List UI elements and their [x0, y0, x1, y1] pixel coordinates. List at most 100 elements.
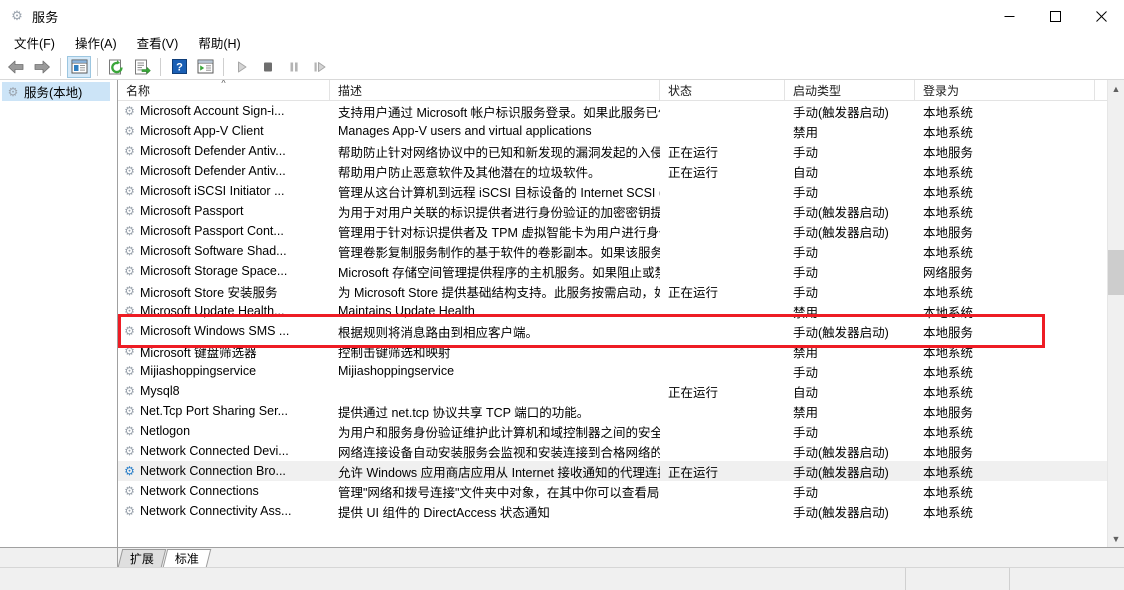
scroll-up-arrow-icon[interactable]: ▲ [1108, 80, 1124, 97]
table-row[interactable]: ⚙ Microsoft Account Sign-i... 支持用户通过 Micro… [118, 101, 1107, 121]
service-name-text: Network Connected Devi... [140, 444, 289, 458]
service-name-text: Network Connection Bro... [140, 464, 286, 478]
table-row[interactable]: ⚙ Network Connections 管理"网络和拨号连接"文件夹中对象，在其… [118, 481, 1107, 501]
table-row[interactable]: ⚙ Microsoft 键盘筛选器 控制击键筛选和映射 禁用 本地系统 [118, 341, 1107, 361]
cell-start: 手动(触发器启动) [793, 225, 889, 240]
column-header-log-on-as[interactable]: 登录为 [915, 80, 1095, 100]
table-row[interactable]: ⚙ Network Connection Bro... 允许 Windows 应用商… [118, 461, 1107, 481]
table-row[interactable]: ⚙ Microsoft Windows SMS ... 根据规则将消息路由到相应客户… [118, 321, 1107, 341]
service-gear-icon: ⚙ [124, 383, 135, 398]
cell-start: 手动 [793, 145, 819, 160]
cell-logon: 本地系统 [923, 365, 974, 380]
service-gear-icon: ⚙ [124, 243, 135, 258]
service-name-text: Microsoft Passport Cont... [140, 224, 284, 238]
tree-node-services-local[interactable]: ⚙ 服务(本地) [2, 82, 110, 101]
table-row[interactable]: ⚙ Microsoft iSCSI Initiator ... 管理从这台计算机到远… [118, 181, 1107, 201]
cell-start: 手动(触发器启动) [793, 465, 889, 480]
scrollbar-thumb[interactable] [1108, 250, 1124, 295]
export-list-icon[interactable] [130, 56, 154, 78]
back-arrow-icon[interactable] [4, 56, 28, 78]
table-row[interactable]: ⚙ Microsoft Defender Antiv... 帮助用户防止恶意软件及其… [118, 161, 1107, 181]
tab-extended[interactable]: 扩展 [117, 549, 167, 567]
sort-ascending-icon: ^ [221, 80, 226, 88]
pause-service-icon[interactable] [282, 56, 306, 78]
scrollbar-track[interactable] [1108, 97, 1124, 530]
table-row[interactable]: ⚙ Microsoft Defender Antiv... 帮助防止针对网络协议中的… [118, 141, 1107, 161]
cell-service-name: ⚙ Microsoft 键盘筛选器 [118, 341, 330, 361]
close-button[interactable] [1078, 0, 1124, 32]
restart-service-icon[interactable] [308, 56, 332, 78]
service-gear-icon: ⚙ [124, 483, 135, 498]
cell-start: 手动(触发器启动) [793, 105, 889, 120]
properties-window-icon[interactable] [193, 56, 217, 78]
table-row[interactable]: ⚙ Microsoft Update Health... Maintains Upd… [118, 301, 1107, 321]
service-gear-icon: ⚙ [124, 223, 135, 238]
table-row[interactable]: ⚙ Microsoft Storage Space... Microsoft 存储空… [118, 261, 1107, 281]
column-header-status-label: 状态 [668, 83, 693, 98]
column-header-description[interactable]: 描述 [330, 80, 660, 100]
column-header-name[interactable]: ^ 名称 [118, 80, 330, 100]
table-row[interactable]: ⚙ Mijiashoppingservice Mijiashoppingservic… [118, 361, 1107, 381]
table-row[interactable]: ⚙ Mysql8 正在运行 自动 本地系统 [118, 381, 1107, 401]
cell-logon: 本地系统 [923, 425, 974, 440]
cell-desc: Microsoft 存储空间管理提供程序的主机服务。如果阻止或禁用... [338, 265, 660, 280]
menu-help[interactable]: 帮助(H) [188, 31, 250, 55]
forward-arrow-icon[interactable] [30, 56, 54, 78]
start-service-icon[interactable] [230, 56, 254, 78]
table-row[interactable]: ⚙ Netlogon 为用户和服务身份验证维护此计算机和域控制器之间的安全通道...… [118, 421, 1107, 441]
cell-service-name: ⚙ Mijiashoppingservice [118, 361, 330, 381]
cell-service-name: ⚙ Microsoft Passport [118, 201, 330, 221]
stop-service-icon[interactable] [256, 56, 280, 78]
maximize-button[interactable] [1032, 0, 1078, 32]
table-row[interactable]: ⚙ Microsoft App-V Client Manages App-V use… [118, 121, 1107, 141]
service-gear-icon: ⚙ [124, 363, 135, 378]
table-row[interactable]: ⚙ Net.Tcp Port Sharing Ser... 提供通过 net.tcp… [118, 401, 1107, 421]
cell-logon: 本地服务 [923, 325, 974, 340]
column-header-status[interactable]: 状态 [660, 80, 785, 100]
cell-start: 手动 [793, 245, 819, 260]
cell-start: 手动 [793, 425, 819, 440]
table-row[interactable]: ⚙ Network Connectivity Ass... 提供 UI 组件的 Di… [118, 501, 1107, 521]
table-row[interactable]: ⚙ Microsoft Software Shad... 管理卷影复制服务制作的基于… [118, 241, 1107, 261]
cell-start: 手动(触发器启动) [793, 325, 889, 340]
table-row[interactable]: ⚙ Network Connected Devi... 网络连接设备自动安装服务会监… [118, 441, 1107, 461]
table-row[interactable]: ⚙ Microsoft Passport 为用于对用户关联的标识提供者进行身份验证的… [118, 201, 1107, 221]
cell-start: 手动(触发器启动) [793, 205, 889, 220]
cell-service-name: ⚙ Net.Tcp Port Sharing Ser... [118, 401, 330, 421]
tab-standard[interactable]: 标准 [162, 549, 212, 567]
service-gear-icon: ⚙ [124, 443, 135, 458]
cell-status [660, 321, 785, 341]
help-icon[interactable]: ? [167, 56, 191, 78]
list-scroll-area: ^ 名称 描述 状态 启动类型 登录为 ⚙ Microsoft Account … [118, 80, 1124, 547]
cell-logon: 本地系统 [923, 105, 974, 120]
show-hide-console-tree-icon[interactable] [67, 55, 91, 78]
toolbar: ? [0, 54, 1124, 80]
cell-desc: 管理"网络和拨号连接"文件夹中对象，在其中你可以查看局域网... [338, 485, 660, 500]
window-controls [986, 0, 1124, 32]
cell-desc: 控制击键筛选和映射 [338, 345, 451, 360]
cell-status [660, 421, 785, 441]
table-row[interactable]: ⚙ Microsoft Store 安装服务 为 Microsoft Store 提… [118, 281, 1107, 301]
service-gear-icon: ⚙ [124, 283, 135, 298]
column-header-startup-type[interactable]: 启动类型 [785, 80, 915, 100]
minimize-button[interactable] [986, 0, 1032, 32]
cell-logon: 本地系统 [923, 185, 974, 200]
cell-service-name: ⚙ Network Connections [118, 481, 330, 501]
menu-view[interactable]: 查看(V) [127, 31, 189, 55]
scroll-down-arrow-icon[interactable]: ▼ [1108, 530, 1124, 547]
service-name-text: Microsoft Store 安装服务 [140, 285, 278, 300]
cell-start: 手动 [793, 265, 819, 280]
table-row[interactable]: ⚙ Microsoft Passport Cont... 管理用于针对标识提供者及 … [118, 221, 1107, 241]
refresh-icon[interactable] [104, 56, 128, 78]
cell-service-name: ⚙ Microsoft Defender Antiv... [118, 161, 330, 181]
cell-logon: 本地系统 [923, 125, 974, 140]
cell-service-name: ⚙ Microsoft Software Shad... [118, 241, 330, 261]
cell-status [660, 301, 785, 321]
menu-file[interactable]: 文件(F) [4, 31, 65, 55]
cell-logon: 本地系统 [923, 465, 974, 480]
cell-start: 禁用 [793, 305, 819, 320]
service-name-text: Mijiashoppingservice [140, 364, 257, 378]
cell-status [660, 401, 785, 421]
vertical-scrollbar[interactable]: ▲ ▼ [1107, 80, 1124, 547]
menu-action[interactable]: 操作(A) [65, 31, 127, 55]
